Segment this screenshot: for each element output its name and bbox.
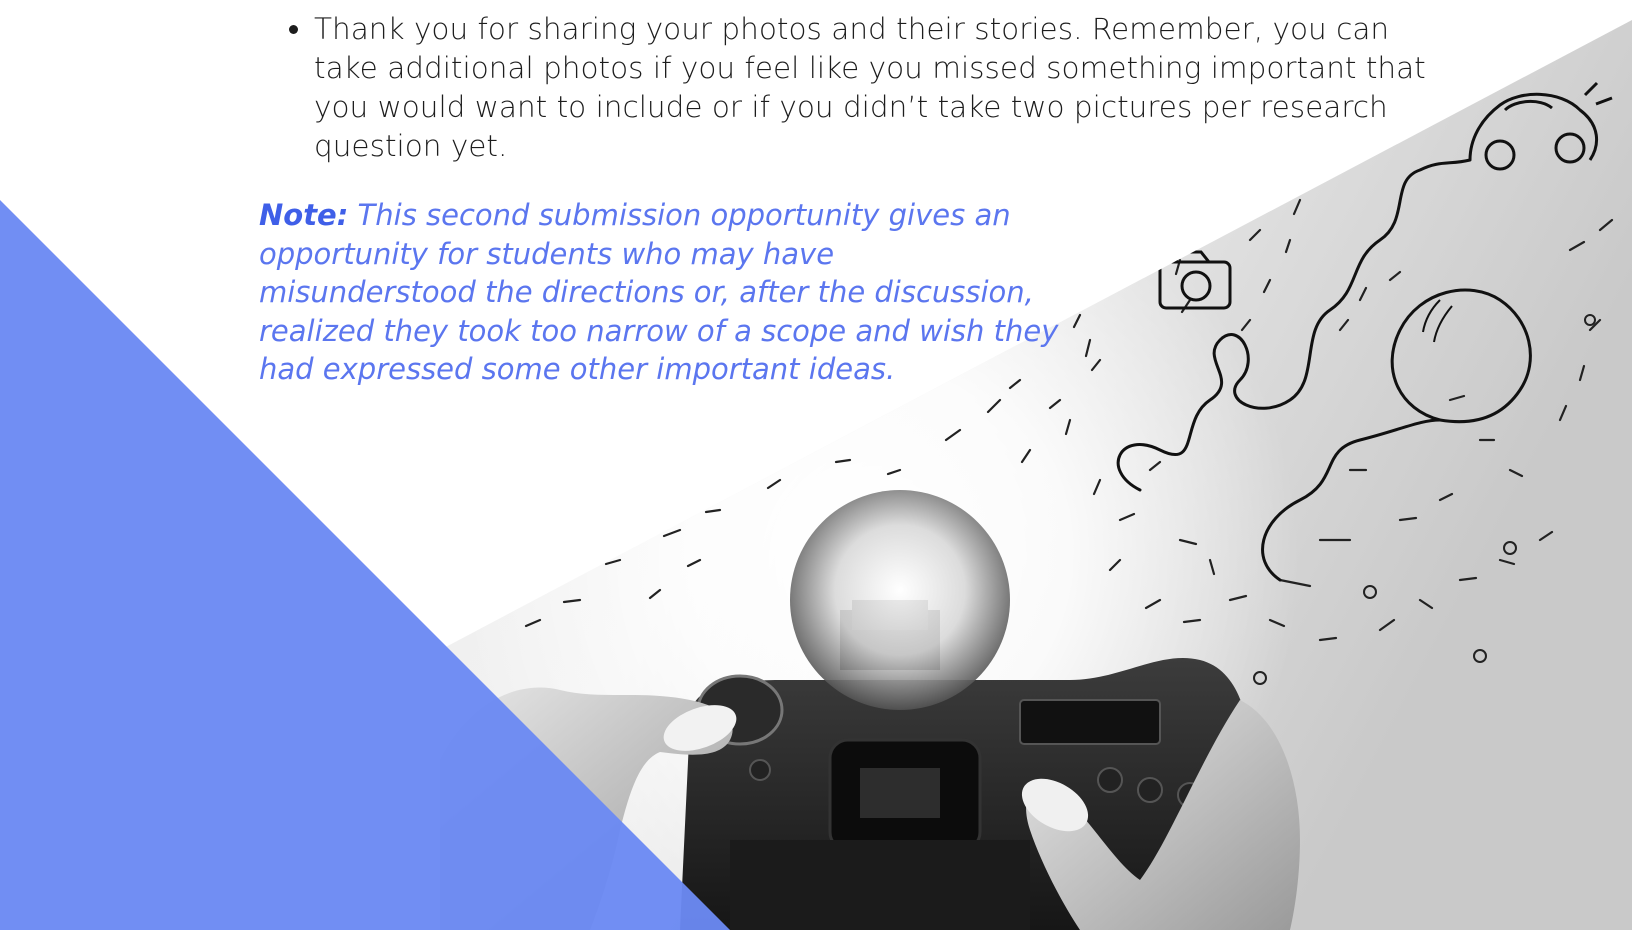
note-paragraph: Note: This second submission opportunity…	[259, 196, 1059, 389]
bullet-list-container: Thank you for sharing your photos and th…	[278, 10, 1428, 166]
document-page: Thank you for sharing your photos and th…	[0, 0, 1632, 930]
bullet-item: Thank you for sharing your photos and th…	[314, 10, 1428, 166]
bullet-list: Thank you for sharing your photos and th…	[278, 10, 1428, 166]
note-text: This second submission opportunity gives…	[259, 198, 1059, 386]
note-label: Note:	[259, 198, 349, 232]
